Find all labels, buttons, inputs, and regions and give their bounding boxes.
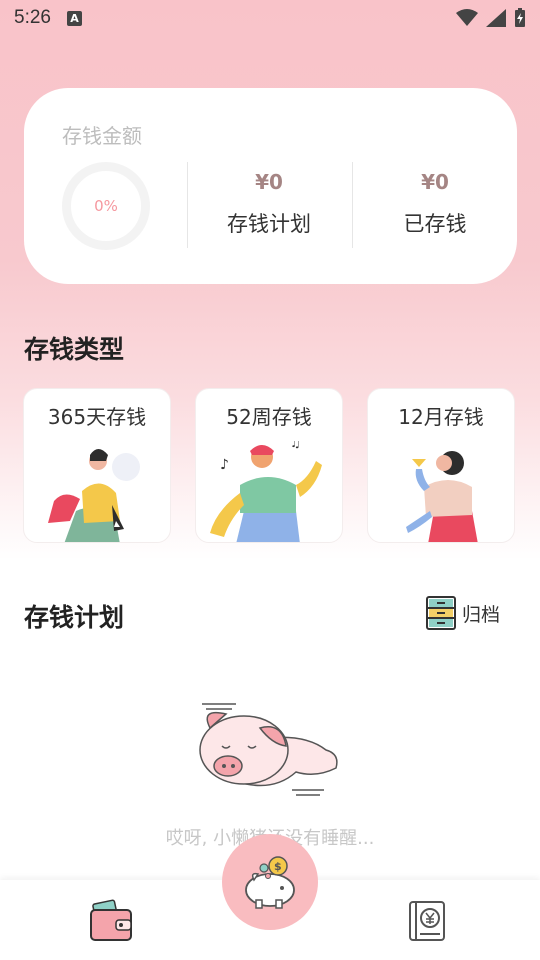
wifi-icon xyxy=(456,9,478,26)
status-time: 5:26 xyxy=(14,7,51,28)
type-card-12-months[interactable]: 12月存钱 xyxy=(367,388,515,543)
person-sitting-illustration xyxy=(48,449,140,542)
progress-ring: 0% xyxy=(62,162,150,250)
type-card-365-days[interactable]: 365天存钱 xyxy=(23,388,171,543)
person-drinking-illustration xyxy=(406,451,478,542)
savings-summary-card: 存钱金额 0% ¥0 存钱计划 ¥0 已存钱 xyxy=(24,88,517,284)
types-section-title: 存钱类型 xyxy=(24,335,125,364)
svg-text:$: $ xyxy=(274,860,282,873)
battery-icon xyxy=(515,8,525,27)
status-indicators xyxy=(456,8,526,28)
type-card-label: 12月存钱 xyxy=(398,405,484,429)
divider xyxy=(352,162,353,248)
add-savings-button[interactable]: $ xyxy=(222,834,318,930)
svg-text:♫: ♫ xyxy=(290,441,301,450)
type-card-label: 365天存钱 xyxy=(47,405,147,429)
saved-amount-label: 已存钱 xyxy=(403,212,467,236)
saved-amount-stat: ¥0 已存钱 xyxy=(360,170,510,238)
archive-button[interactable]: 归档 xyxy=(426,596,500,630)
status-bar: 5:26 A xyxy=(0,0,540,36)
plan-section-title: 存钱计划 xyxy=(24,603,125,632)
archive-label: 归档 xyxy=(462,603,501,626)
piggy-bank-icon: $ xyxy=(245,856,295,909)
signal-icon xyxy=(486,9,506,27)
plan-amount-stat: ¥0 存钱计划 xyxy=(194,170,344,238)
svg-text:♪: ♪ xyxy=(220,457,229,473)
type-card-label: 52周存钱 xyxy=(226,405,312,429)
plan-amount-value: ¥0 xyxy=(255,170,283,194)
plan-amount-label: 存钱计划 xyxy=(227,212,311,236)
type-card-52-weeks[interactable]: 52周存钱 ♪ ♫ xyxy=(195,388,343,543)
file-cabinet-icon xyxy=(426,596,456,630)
saved-amount-value: ¥0 xyxy=(421,170,449,194)
progress-percent: 0% xyxy=(94,197,118,215)
yen-book-icon[interactable] xyxy=(406,898,450,944)
divider xyxy=(187,162,188,248)
summary-title: 存钱金额 xyxy=(62,124,142,148)
wallet-icon[interactable] xyxy=(88,898,134,942)
person-singing-illustration: ♪ ♫ xyxy=(210,441,322,542)
sleeping-pig-icon xyxy=(199,703,338,796)
notification-icon: A xyxy=(66,10,82,26)
